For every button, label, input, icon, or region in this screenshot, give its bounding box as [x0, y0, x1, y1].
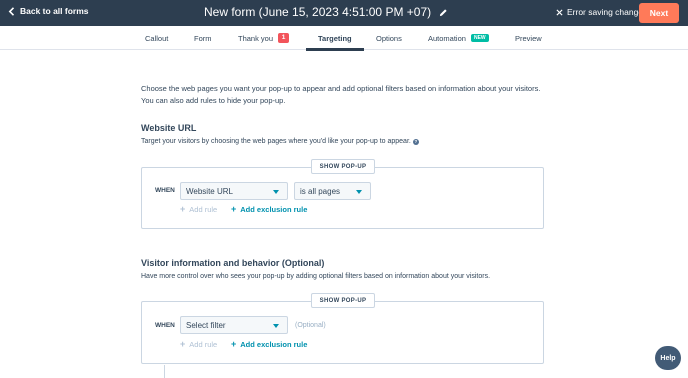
next-button[interactable]: Next	[639, 3, 679, 23]
website-url-title: Website URL	[141, 123, 197, 133]
error-label: Error saving changes	[567, 7, 648, 17]
tab-callout[interactable]: Callout	[145, 26, 168, 50]
add-exclusion-rule-button[interactable]: + Add exclusion rule	[231, 204, 308, 215]
when-label: WHEN	[155, 187, 175, 194]
tab-targeting[interactable]: Targeting	[306, 26, 364, 51]
caret-down-icon	[273, 324, 279, 328]
intro-text: Choose the web pages you want your pop-u…	[141, 84, 541, 105]
tab-label: Automation	[428, 33, 466, 43]
add-rule-button[interactable]: + Add rule	[180, 339, 218, 350]
error-status[interactable]: Error saving changes	[556, 7, 647, 17]
tab-thank-you[interactable]: Thank you 1	[238, 26, 290, 50]
tab-label: Targeting	[318, 33, 352, 43]
tab-label: Form	[194, 33, 212, 43]
when-label: WHEN	[155, 322, 175, 329]
pencil-icon[interactable]	[439, 8, 448, 17]
website-url-description-text: Target your visitors by choosing the web…	[141, 138, 411, 145]
visitor-filter-select[interactable]: Select filter	[180, 316, 288, 334]
tab-label: Options	[376, 33, 402, 43]
add-rule-button[interactable]: + Add rule	[180, 204, 218, 215]
tab-bar: Callout Form Thank you 1 Targeting Optio…	[0, 26, 688, 51]
back-to-forms-link[interactable]: Back to all forms	[8, 6, 89, 16]
info-icon[interactable]: ?	[412, 138, 419, 145]
caret-down-icon	[273, 190, 279, 194]
optional-label: (Optional)	[295, 322, 326, 329]
tab-label: Preview	[515, 33, 542, 43]
form-title-text: New form (June 15, 2023 4:51:00 PM +07)	[204, 5, 432, 19]
tab-label: Thank you	[238, 33, 274, 43]
plus-icon: +	[180, 204, 186, 214]
plus-icon: +	[231, 339, 237, 349]
error-count-badge: 1	[278, 33, 290, 43]
show-popup-pill: SHOW POP-UP	[311, 293, 375, 308]
help-button[interactable]: Help	[655, 346, 681, 370]
tab-form[interactable]: Form	[194, 26, 212, 50]
select-value: is all pages	[300, 186, 341, 196]
tab-options[interactable]: Options	[376, 26, 402, 50]
select-value: Select filter	[186, 320, 226, 330]
select-value: Website URL	[186, 186, 233, 196]
visitor-section-title: Visitor information and behavior (Option…	[141, 258, 325, 268]
new-badge: NEW	[470, 34, 489, 42]
tab-preview[interactable]: Preview	[515, 26, 542, 50]
url-operator-select[interactable]: is all pages	[294, 182, 371, 200]
add-exclusion-label: Add exclusion rule	[240, 205, 308, 214]
tab-automation[interactable]: Automation NEW	[428, 26, 489, 50]
back-label: Back to all forms	[20, 6, 89, 16]
show-popup-pill: SHOW POP-UP	[311, 159, 375, 174]
website-url-description: Target your visitors by choosing the web…	[141, 138, 419, 145]
add-rule-label: Add rule	[189, 340, 218, 349]
url-property-select[interactable]: Website URL	[180, 182, 288, 200]
add-rule-label: Add rule	[189, 205, 218, 214]
caret-down-icon	[356, 190, 362, 194]
chevron-left-icon	[8, 6, 15, 16]
top-bar: Back to all forms New form (June 15, 202…	[0, 0, 688, 26]
tab-label: Callout	[145, 33, 169, 43]
form-title[interactable]: New form (June 15, 2023 4:51:00 PM +07)	[204, 5, 448, 19]
close-icon	[556, 8, 563, 16]
add-exclusion-label: Add exclusion rule	[240, 340, 308, 349]
connector-line	[164, 365, 165, 378]
add-exclusion-rule-button[interactable]: + Add exclusion rule	[231, 339, 308, 350]
plus-icon: +	[180, 339, 186, 349]
plus-icon: +	[231, 204, 237, 214]
visitor-section-description: Have more control over who sees your pop…	[141, 273, 491, 280]
